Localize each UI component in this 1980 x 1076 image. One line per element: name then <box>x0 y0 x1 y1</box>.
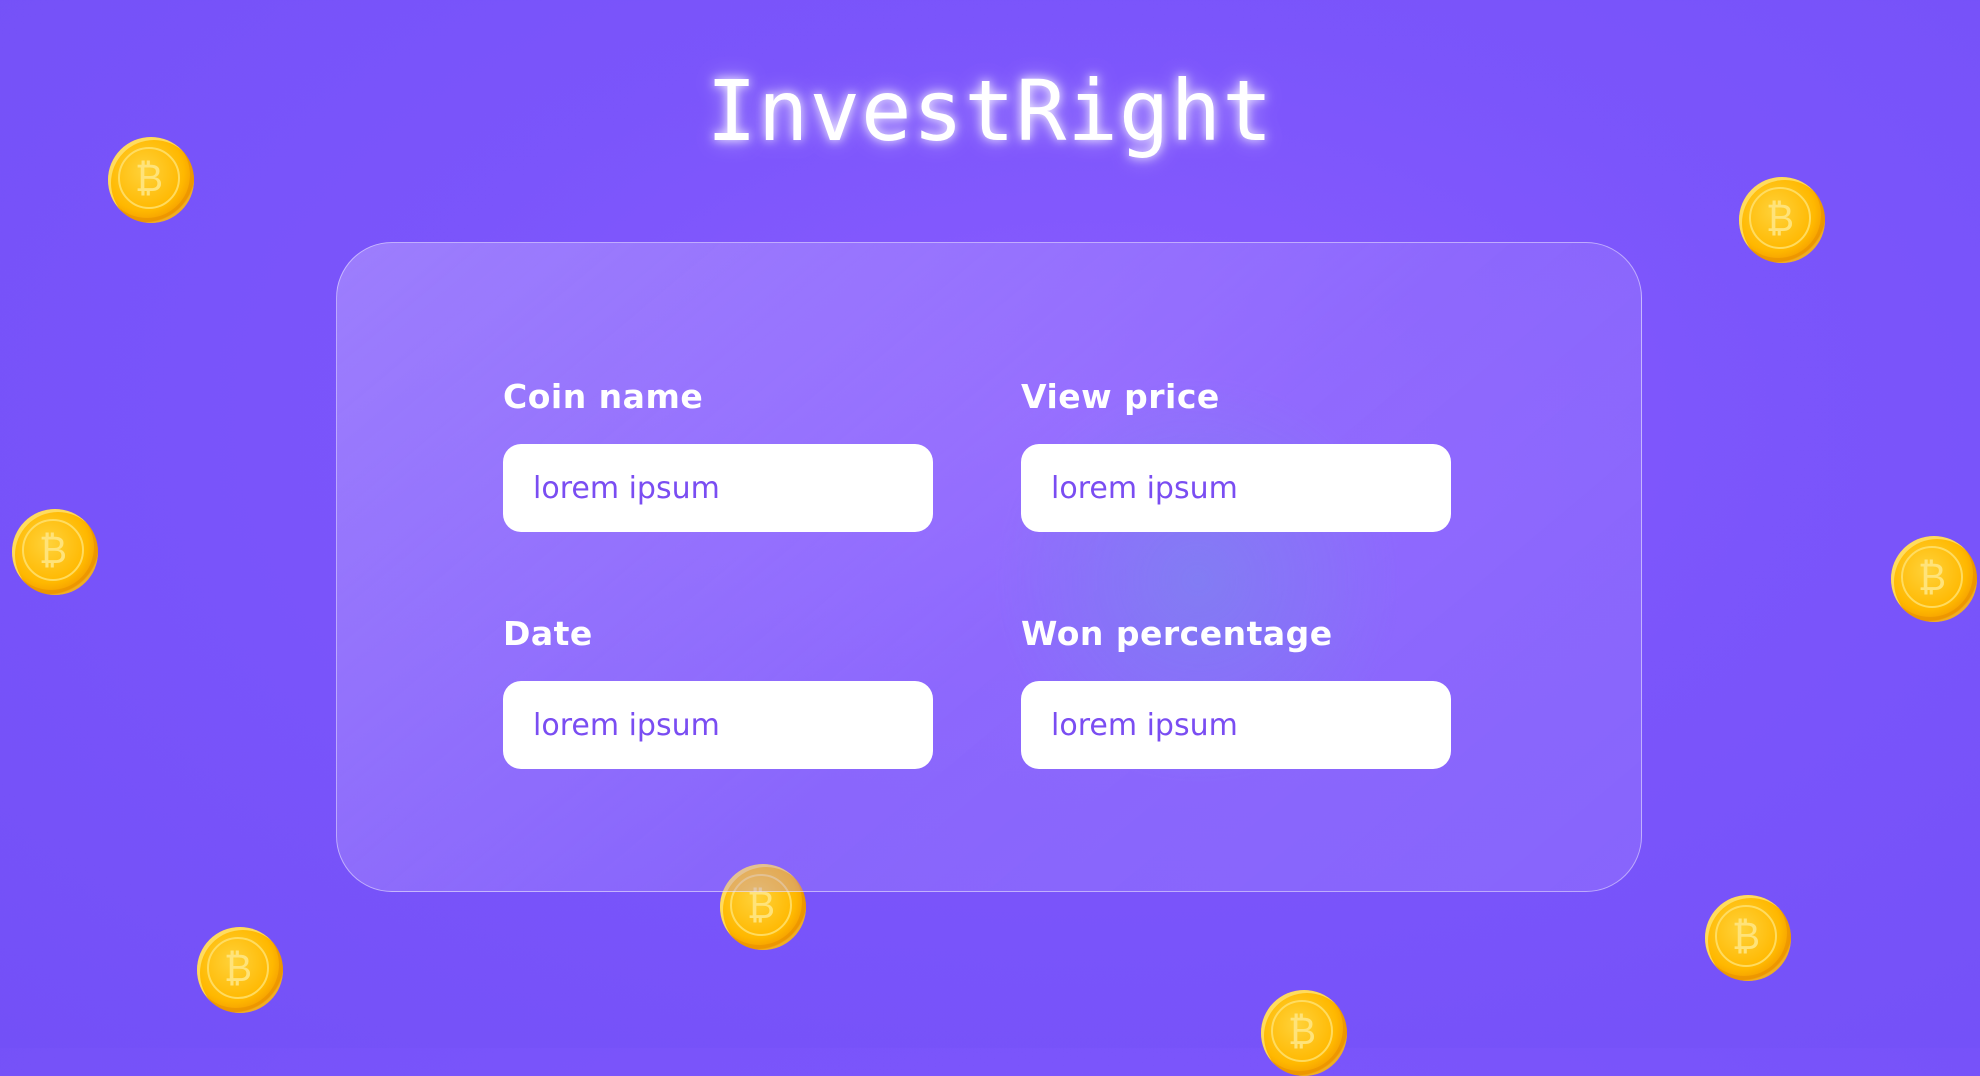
bitcoin-icon: ₿ <box>1891 536 1977 622</box>
view-price-field: View price <box>1021 377 1451 532</box>
svg-text:₿: ₿ <box>1732 914 1760 958</box>
bitcoin-icon: ₿ <box>1705 895 1791 981</box>
view-price-input[interactable] <box>1021 444 1451 532</box>
svg-text:₿: ₿ <box>135 156 163 200</box>
bitcoin-icon: ₿ <box>1739 177 1825 263</box>
svg-text:₿: ₿ <box>1766 196 1794 240</box>
won-percentage-label: Won percentage <box>1021 614 1333 653</box>
coin-name-label: Coin name <box>503 377 704 416</box>
bitcoin-icon: ₿ <box>1261 990 1347 1076</box>
bitcoin-icon: ₿ <box>12 509 98 595</box>
won-percentage-field: Won percentage <box>1021 614 1451 769</box>
svg-text:₿: ₿ <box>39 528 67 572</box>
app-logo: InvestRight <box>706 62 1274 160</box>
date-label: Date <box>503 614 593 653</box>
date-field: Date <box>503 614 933 769</box>
view-price-label: View price <box>1021 377 1220 416</box>
won-percentage-input[interactable] <box>1021 681 1451 769</box>
date-input[interactable] <box>503 681 933 769</box>
investment-form-card: Coin name View price Date Won percentage <box>336 242 1642 892</box>
bitcoin-icon: ₿ <box>197 927 283 1013</box>
svg-text:₿: ₿ <box>1918 555 1946 599</box>
coin-name-input[interactable] <box>503 444 933 532</box>
coin-name-field: Coin name <box>503 377 933 532</box>
svg-text:₿: ₿ <box>1288 1009 1316 1053</box>
svg-text:₿: ₿ <box>224 946 252 990</box>
